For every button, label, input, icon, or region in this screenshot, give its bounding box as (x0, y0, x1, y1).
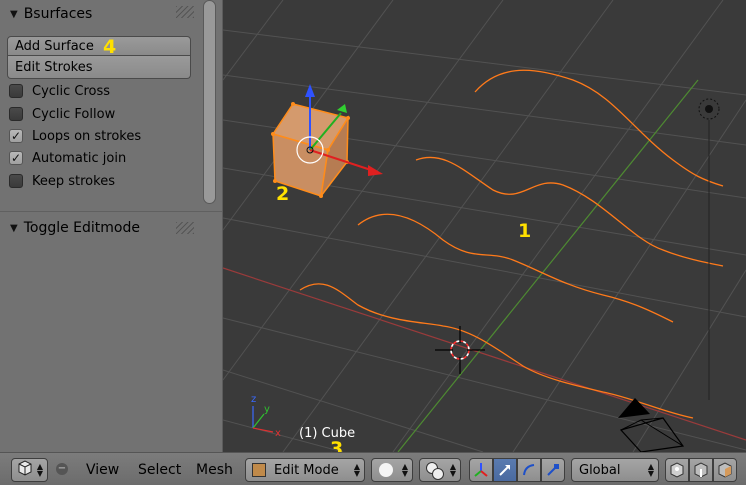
stroke-curve (415, 156, 724, 267)
automatic-join-checkbox[interactable]: ✓ Automatic join (9, 149, 126, 167)
3d-viewport[interactable]: z y x (1) Cube 1 2 3 (223, 0, 746, 460)
keep-strokes-label: Keep strokes (32, 173, 115, 189)
checkbox-unchecked-icon[interactable] (9, 174, 23, 188)
editor-type-button[interactable]: ▲ ▼ (11, 458, 48, 482)
keep-strokes-checkbox[interactable]: Keep strokes (9, 172, 115, 190)
updown-arrows-icon: ▲ ▼ (36, 462, 43, 478)
scale-manipulator-button[interactable] (541, 458, 565, 482)
mesh-menu[interactable]: Mesh (196, 462, 233, 478)
cyclic-cross-checkbox[interactable]: Cyclic Cross (9, 82, 110, 100)
loops-on-strokes-checkbox[interactable]: ✓ Loops on strokes (9, 127, 141, 145)
updown-arrows-icon: ▲ ▼ (401, 462, 408, 478)
checkmark-icon[interactable]: ✓ (9, 151, 23, 165)
annotation-number-4: 4 (103, 36, 117, 58)
updown-arrows-icon: ▲ ▼ (353, 462, 360, 478)
drag-grip-icon[interactable] (176, 6, 194, 18)
scale-icon (547, 464, 559, 476)
collapse-triangle-icon: ▼ (10, 222, 18, 234)
loops-on-strokes-label: Loops on strokes (32, 128, 142, 144)
active-object-label: (1) Cube (299, 426, 356, 441)
translate-manipulator-button[interactable] (493, 458, 517, 482)
face-select-icon (718, 462, 732, 478)
viewport-shading-selector[interactable]: ▲ ▼ (371, 458, 413, 482)
axis-label-y: y (264, 404, 270, 415)
viewport-scene: z y x (223, 0, 746, 452)
edit-mode-icon (252, 463, 266, 477)
axis-label-x: x (275, 428, 281, 439)
orientation-label: Global (579, 462, 621, 478)
y-arrow-icon (337, 104, 347, 113)
editor-type-cube-icon (17, 460, 33, 480)
floor-grid (223, 0, 746, 452)
manipulator-axes-icon (474, 463, 488, 477)
rotate-manipulator-button[interactable] (517, 458, 541, 482)
view-axes-gizmo: z y x (251, 394, 281, 439)
collapse-triangle-icon: ▼ (10, 8, 18, 20)
panel-divider (0, 211, 222, 212)
select-menu[interactable]: Select (138, 462, 181, 478)
x-axis-line (223, 267, 746, 441)
vertex-select-icon (670, 462, 684, 478)
transform-orientation-selector[interactable]: Global ▲ ▼ (571, 458, 659, 482)
tool-shelf-panel: ▼ Bsurfaces Add Surface Edit Strokes Cyc… (0, 0, 223, 452)
annotation-number-2: 2 (276, 183, 290, 205)
checkbox-unchecked-icon[interactable] (9, 84, 23, 98)
cyclic-cross-label: Cyclic Cross (32, 83, 111, 99)
add-surface-button[interactable]: Add Surface (7, 36, 191, 56)
view-menu[interactable]: View (86, 462, 119, 478)
translate-arrow-icon (499, 465, 510, 476)
drag-grip-icon[interactable] (176, 222, 194, 234)
collapse-menus-icon[interactable]: − (56, 463, 68, 475)
3d-cursor-icon[interactable] (435, 326, 485, 374)
manipulator-toggle-button[interactable] (469, 458, 493, 482)
edit-strokes-button[interactable]: Edit Strokes (7, 56, 191, 79)
automatic-join-label: Automatic join (32, 150, 127, 166)
3d-view-header: ▲ ▼ − View Select Mesh Edit Mode ▲ ▼ ▲ ▼ ▲ ▼… (0, 452, 746, 485)
checkbox-unchecked-icon[interactable] (9, 107, 23, 121)
edit-strokes-label: Edit Strokes (15, 59, 93, 75)
cyclic-follow-checkbox[interactable]: Cyclic Follow (9, 105, 115, 123)
updown-arrows-icon: ▲ ▼ (647, 462, 654, 478)
vertex-select-mode-button[interactable] (665, 458, 689, 482)
toggle-editmode-title: Toggle Editmode (23, 220, 140, 236)
bsurfaces-title: Bsurfaces (23, 6, 93, 22)
edge-select-icon (694, 462, 708, 478)
edge-select-mode-button[interactable] (689, 458, 713, 482)
add-surface-label: Add Surface (15, 38, 94, 54)
mode-selector[interactable]: Edit Mode ▲ ▼ (245, 458, 365, 482)
pivot-point-selector[interactable]: ▲ ▼ (419, 458, 461, 482)
face-select-mode-button[interactable] (713, 458, 737, 482)
viewport-shading-sphere-icon (379, 463, 393, 477)
pivot-point-icon (426, 462, 444, 480)
panel-scrollbar[interactable] (203, 0, 216, 204)
y-axis-line (397, 79, 699, 452)
updown-arrows-icon: ▲ ▼ (449, 462, 456, 478)
cyclic-follow-label: Cyclic Follow (32, 106, 116, 122)
mode-label: Edit Mode (274, 462, 339, 478)
lamp-icon[interactable] (698, 98, 720, 400)
annotation-number-1: 1 (518, 220, 532, 242)
axis-label-z: z (251, 394, 256, 405)
checkmark-icon[interactable]: ✓ (9, 129, 23, 143)
rotate-arc-icon (523, 464, 535, 476)
